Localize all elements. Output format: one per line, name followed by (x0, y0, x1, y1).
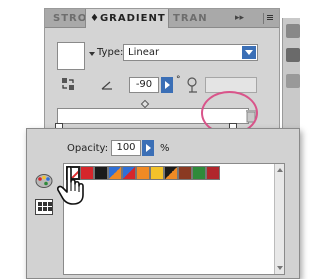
aspect-ratio-icon (187, 77, 197, 93)
panel-tab-bar: STRO ♦GRADIENT TRAN ▸▸ (45, 9, 279, 28)
hand-cursor-icon (57, 165, 84, 205)
opacity-input[interactable]: 100 (111, 140, 141, 156)
swatch-brown[interactable] (178, 166, 192, 180)
swatch-orange[interactable] (136, 166, 150, 180)
panel-button-icon[interactable] (286, 48, 300, 62)
gradient-fill-swatch[interactable] (57, 42, 85, 70)
scroll-up-icon[interactable] (277, 168, 283, 172)
swatch-black-orange[interactable] (164, 166, 178, 180)
swatch-dark-red[interactable] (206, 166, 220, 180)
tab-gradient[interactable]: ♦GRADIENT (85, 9, 169, 28)
gradient-type-value: Linear (128, 47, 160, 58)
swatch-grid (63, 163, 285, 275)
type-label: Type: (97, 47, 124, 58)
color-mode-icon[interactable] (35, 173, 53, 189)
tab-stroke[interactable]: STRO (53, 9, 87, 28)
gradient-swatch-dropdown-icon[interactable] (89, 52, 95, 56)
angle-dropdown-icon[interactable] (161, 77, 173, 93)
swatch-yellow[interactable] (150, 166, 164, 180)
swatch-popup: Opacity: 100 % (26, 128, 300, 279)
swatches-mode-icon[interactable] (35, 199, 53, 215)
panel-collapse-button[interactable]: ▸▸ (235, 9, 244, 28)
swatch-green[interactable] (192, 166, 206, 180)
scroll-down-icon[interactable] (277, 266, 283, 270)
opacity-label: Opacity: (67, 143, 109, 154)
swatch-scrollbar[interactable] (274, 164, 284, 274)
swatch-blue-orange[interactable] (108, 166, 122, 180)
gradient-panel: STRO ♦GRADIENT TRAN ▸▸ Type: Linear -90 … (44, 8, 280, 135)
angle-degree-symbol: ° (176, 75, 181, 85)
angle-input[interactable]: -90 (129, 77, 159, 93)
swatch-black[interactable] (94, 166, 108, 180)
panel-menu-icon[interactable] (263, 13, 275, 24)
panel-button-icon[interactable] (286, 74, 300, 88)
tab-transparency[interactable]: TRAN (173, 9, 215, 28)
opacity-dropdown-icon[interactable] (142, 140, 154, 156)
gradient-midpoint-diamond[interactable] (140, 99, 150, 109)
panel-button-icon[interactable] (286, 24, 300, 38)
reverse-gradient-icon[interactable] (61, 77, 75, 91)
gradient-type-select[interactable]: Linear (123, 44, 258, 61)
opacity-percent-label: % (160, 143, 170, 154)
angle-icon (101, 81, 112, 90)
chevron-down-icon[interactable] (242, 46, 256, 59)
swatch-blue-red[interactable] (122, 166, 136, 180)
